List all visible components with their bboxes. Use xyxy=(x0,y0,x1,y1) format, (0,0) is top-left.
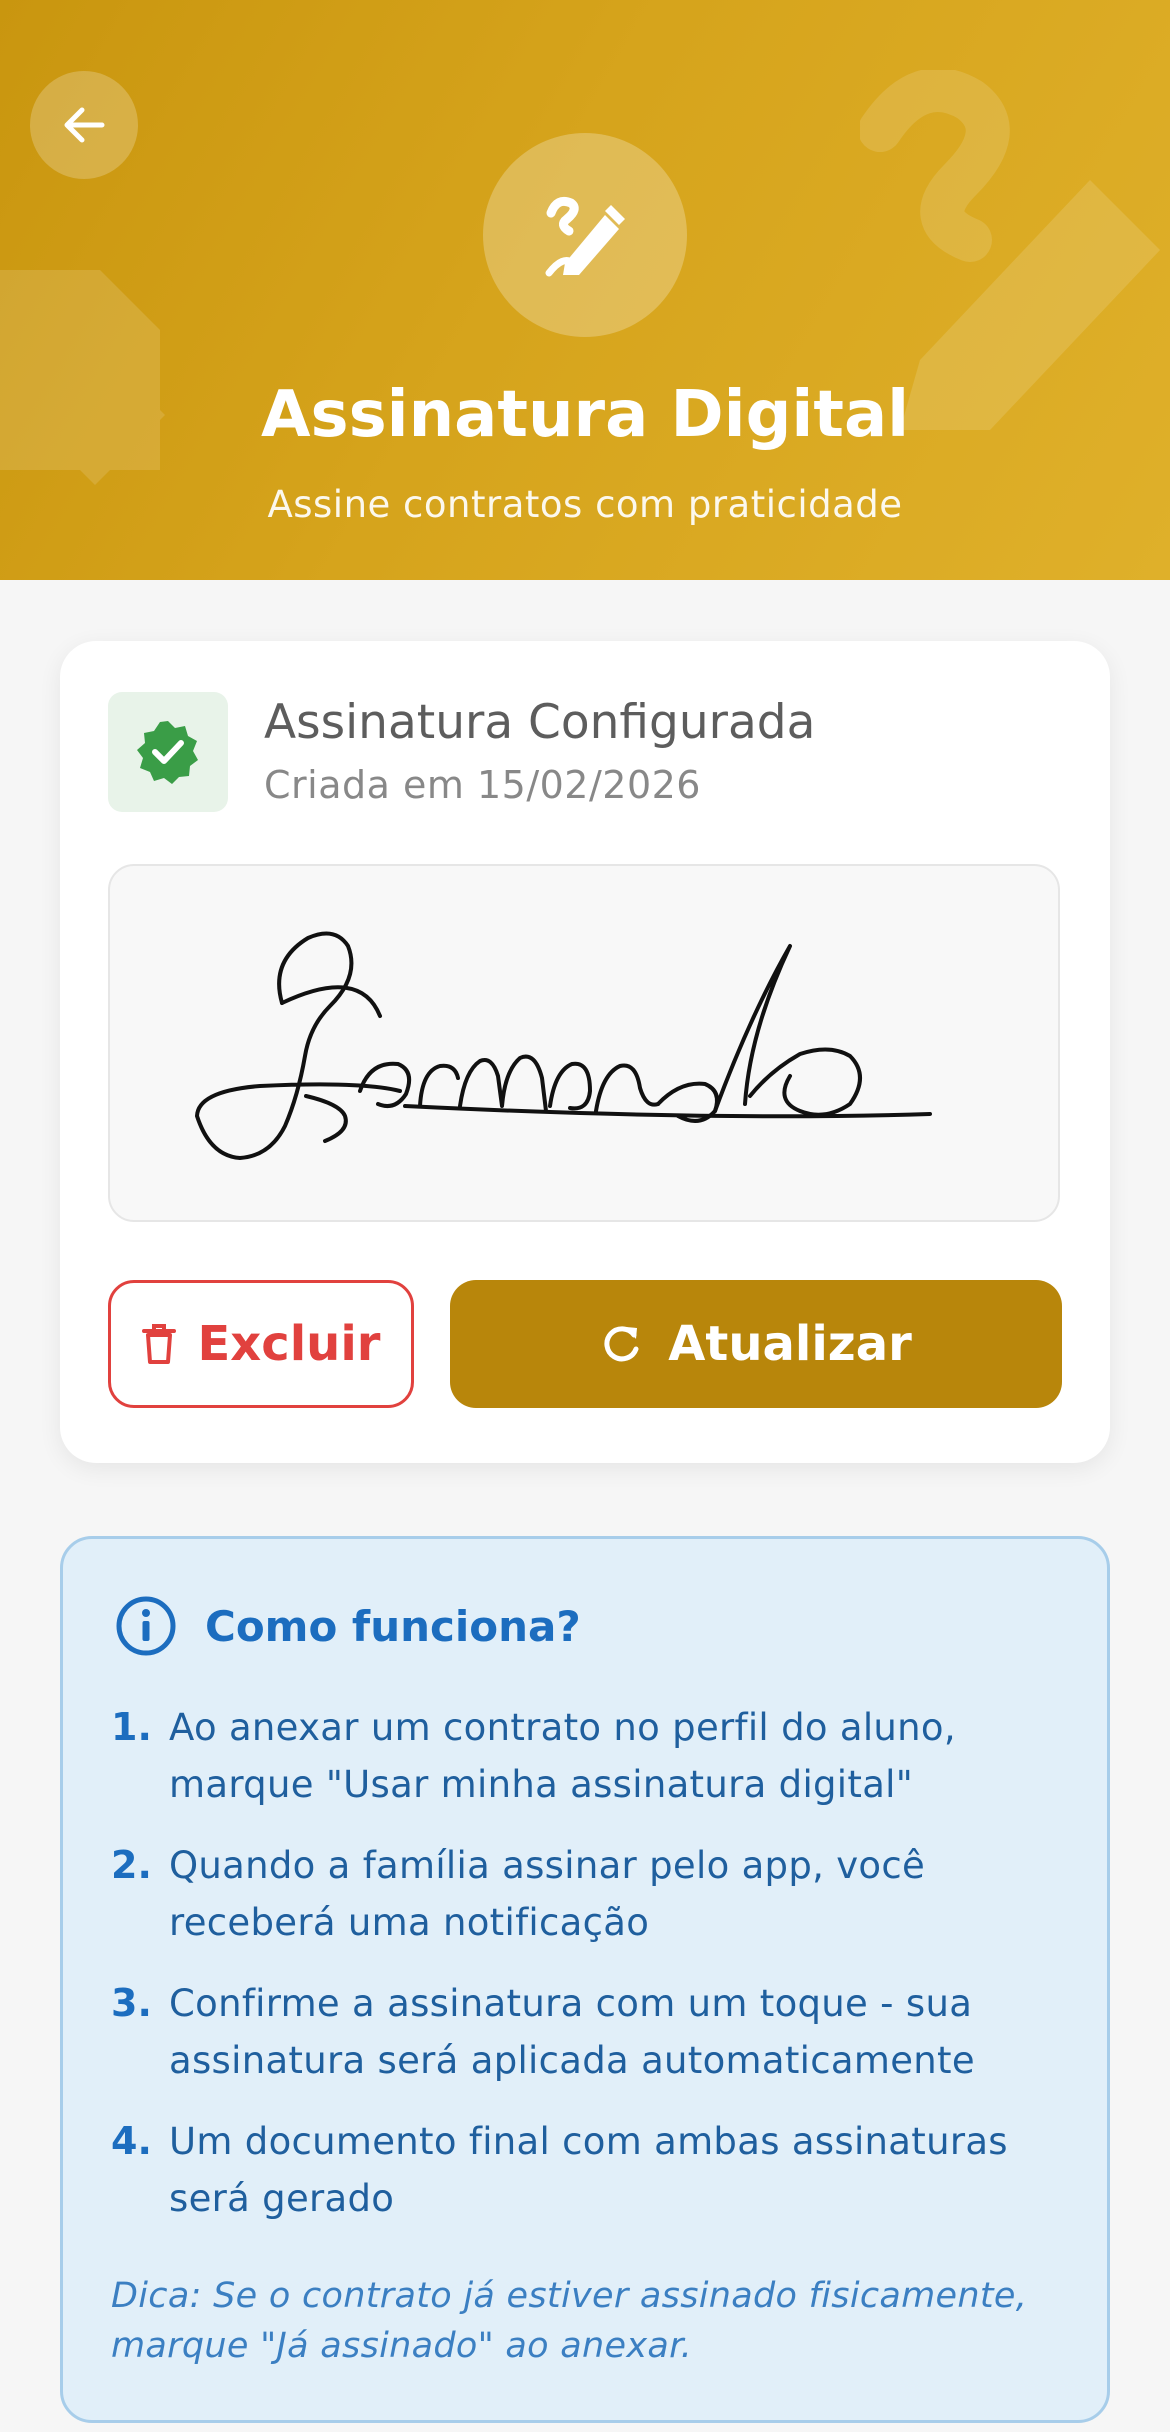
info-icon xyxy=(116,1596,176,1656)
how-it-works-title: Como funciona? xyxy=(205,1601,581,1651)
list-item: 2. Quando a família assinar pelo app, vo… xyxy=(111,1837,1071,1951)
signature-preview xyxy=(108,864,1060,1222)
signature-icon xyxy=(483,133,687,337)
signature-created-date: Criada em 15/02/2026 xyxy=(264,763,701,807)
step-text: Ao anexar um contrato no perfil do aluno… xyxy=(169,1706,956,1806)
delete-button-label: Excluir xyxy=(197,1316,381,1372)
back-button[interactable] xyxy=(30,71,138,179)
step-text: Quando a família assinar pelo app, você … xyxy=(169,1844,926,1944)
step-text: Confirme a assinatura com um toque - sua… xyxy=(169,1982,975,2082)
step-number: 2. xyxy=(111,1843,152,1887)
list-item: 3. Confirme a assinatura com um toque - … xyxy=(111,1975,1071,2089)
tip-text: Dica: Se o contrato já estiver assinado … xyxy=(111,2276,1028,2366)
list-item: 4. Um documento final com ambas assinatu… xyxy=(111,2113,1071,2227)
pen-icon xyxy=(860,70,1160,430)
verified-badge-icon xyxy=(108,692,228,812)
signature-status-title: Assinatura Configurada xyxy=(264,695,816,750)
steps-list: 1. Ao anexar um contrato no perfil do al… xyxy=(111,1699,1071,2251)
step-number: 1. xyxy=(111,1705,152,1749)
signature-card: Assinatura Configurada Criada em 15/02/2… xyxy=(60,641,1110,1463)
how-it-works-panel: Como funciona? 1. Ao anexar um contrato … xyxy=(60,1536,1110,2423)
list-item: 1. Ao anexar um contrato no perfil do al… xyxy=(111,1699,1071,1813)
refresh-icon xyxy=(604,1326,639,1362)
handwritten-signature xyxy=(195,931,932,1160)
page-title: Assinatura Digital xyxy=(260,378,910,452)
header-banner: Assinatura Digital Assine contratos com … xyxy=(0,0,1170,580)
step-text: Um documento final com ambas assinaturas… xyxy=(169,2120,1008,2220)
update-button[interactable]: Atualizar xyxy=(450,1280,1062,1408)
how-it-works-header: Como funciona? xyxy=(115,1595,581,1657)
delete-button[interactable]: Excluir xyxy=(108,1280,414,1408)
step-number: 4. xyxy=(111,2119,152,2163)
arrow-left-icon xyxy=(64,107,105,143)
step-number: 3. xyxy=(111,1981,152,2025)
trash-icon xyxy=(141,1324,176,1364)
update-button-label: Atualizar xyxy=(668,1316,912,1372)
page-subtitle: Assine contratos com praticidade xyxy=(267,483,903,526)
